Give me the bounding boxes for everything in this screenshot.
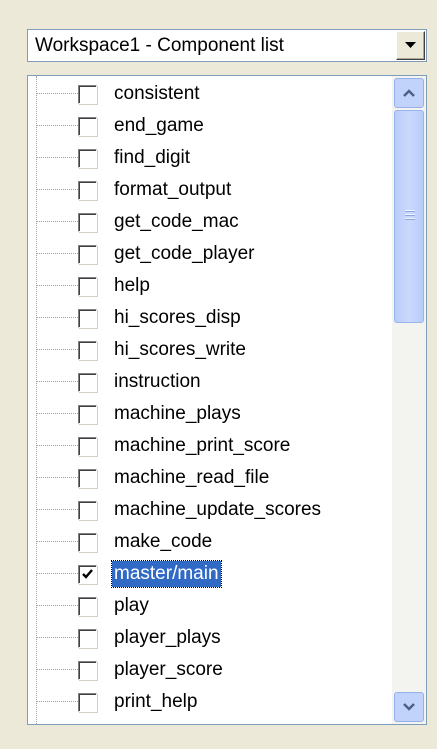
item-label[interactable]: master/main [111,560,222,588]
item-checkbox[interactable] [78,405,97,424]
scroll-thumb[interactable] [394,110,424,323]
item-label[interactable]: instruction [112,369,203,395]
tree-branch [37,381,78,383]
item-checkbox[interactable] [78,693,97,712]
item-label[interactable]: hi_scores_write [112,337,248,363]
item-checkbox[interactable] [78,309,97,328]
tree-branch [37,637,78,639]
item-label[interactable]: play [112,593,151,619]
tree-branch [37,477,78,479]
workspace-combo[interactable]: Workspace1 - Component list [27,29,427,62]
item-checkbox[interactable] [78,213,97,232]
item-label[interactable]: format_output [112,177,233,203]
thumb-grip [405,218,415,220]
tree-branch [37,93,78,95]
item-checkbox[interactable] [78,373,97,392]
item-checkbox[interactable] [78,341,97,360]
item-checkbox[interactable] [78,469,97,488]
tree-branch [37,413,78,415]
combo-dropdown-button[interactable] [396,31,425,60]
thumb-grip [405,210,415,212]
chevron-down-icon [403,703,415,711]
list-item[interactable]: get_code_mac [28,206,396,238]
list-item[interactable]: hi_scores_disp [28,302,396,334]
item-checkbox[interactable] [78,629,97,648]
list-item[interactable]: help [28,270,396,302]
tree-branch [37,125,78,127]
list-item[interactable]: format_output [28,174,396,206]
item-label[interactable]: hi_scores_disp [112,305,243,331]
tree-branch [37,157,78,159]
tree-branch [37,189,78,191]
chevron-up-icon [403,89,415,97]
tree-branch [37,509,78,511]
item-checkbox[interactable] [78,245,97,264]
chevron-down-icon [405,42,416,48]
item-label[interactable]: get_code_mac [112,209,241,235]
component-list[interactable]: consistent end_game find_digit format_outpu… [27,75,427,725]
tree-branch [37,445,78,447]
item-checkbox[interactable] [78,117,97,136]
tree-branch [37,349,78,351]
list-item[interactable]: play [28,590,396,622]
list-item[interactable]: player_score [28,654,396,686]
item-checkbox[interactable] [78,661,97,680]
item-label[interactable]: print_help [112,689,199,715]
list-item[interactable]: get_code_player [28,238,396,270]
item-label[interactable]: help [112,273,152,299]
list-item[interactable]: machine_print_score [28,430,396,462]
item-label[interactable]: find_digit [112,145,192,171]
list-item[interactable]: machine_update_scores [28,494,396,526]
scroll-up-button[interactable] [394,78,424,108]
list-item[interactable]: machine_plays [28,398,396,430]
item-label[interactable]: make_code [112,529,214,555]
item-label[interactable]: consistent [112,81,202,107]
checkmark-icon [82,569,93,579]
item-checkbox[interactable] [78,85,97,104]
item-checkbox[interactable] [78,533,97,552]
item-label[interactable]: end_game [112,113,206,139]
tree-branch [37,573,78,575]
list-item[interactable]: machine_read_file [28,462,396,494]
list-item[interactable]: end_game [28,110,396,142]
tree-branch [37,669,78,671]
tree-branch [37,317,78,319]
item-checkbox[interactable] [78,181,97,200]
list-item[interactable]: find_digit [28,142,396,174]
item-label[interactable]: get_code_player [112,241,257,267]
tree-branch [37,285,78,287]
item-label[interactable]: player_plays [112,625,223,651]
item-checkbox[interactable] [78,437,97,456]
list-item[interactable]: instruction [28,366,396,398]
tree-branch [37,253,78,255]
item-checkbox[interactable] [78,501,97,520]
list-item[interactable]: print_help [28,686,396,718]
item-label[interactable]: machine_plays [112,401,243,427]
item-checkbox[interactable] [78,597,97,616]
list-item[interactable]: player_plays [28,622,396,654]
vertical-scrollbar[interactable] [392,76,426,724]
item-label[interactable]: machine_print_score [112,433,292,459]
item-checkbox[interactable] [78,565,97,584]
thumb-grip [405,214,415,216]
list-item[interactable]: consistent [28,78,396,110]
item-checkbox[interactable] [78,277,97,296]
tree-branch [37,605,78,607]
tree-branch [37,221,78,223]
item-label[interactable]: machine_update_scores [112,497,323,523]
tree-branch [37,541,78,543]
combo-selected-value: Workspace1 - Component list [35,35,284,56]
item-label[interactable]: machine_read_file [112,465,271,491]
tree-branch [37,701,78,703]
list-item[interactable]: master/main [28,558,396,590]
item-checkbox[interactable] [78,149,97,168]
scroll-down-button[interactable] [394,692,424,722]
item-label[interactable]: player_score [112,657,225,683]
list-item[interactable]: hi_scores_write [28,334,396,366]
list-item[interactable]: make_code [28,526,396,558]
